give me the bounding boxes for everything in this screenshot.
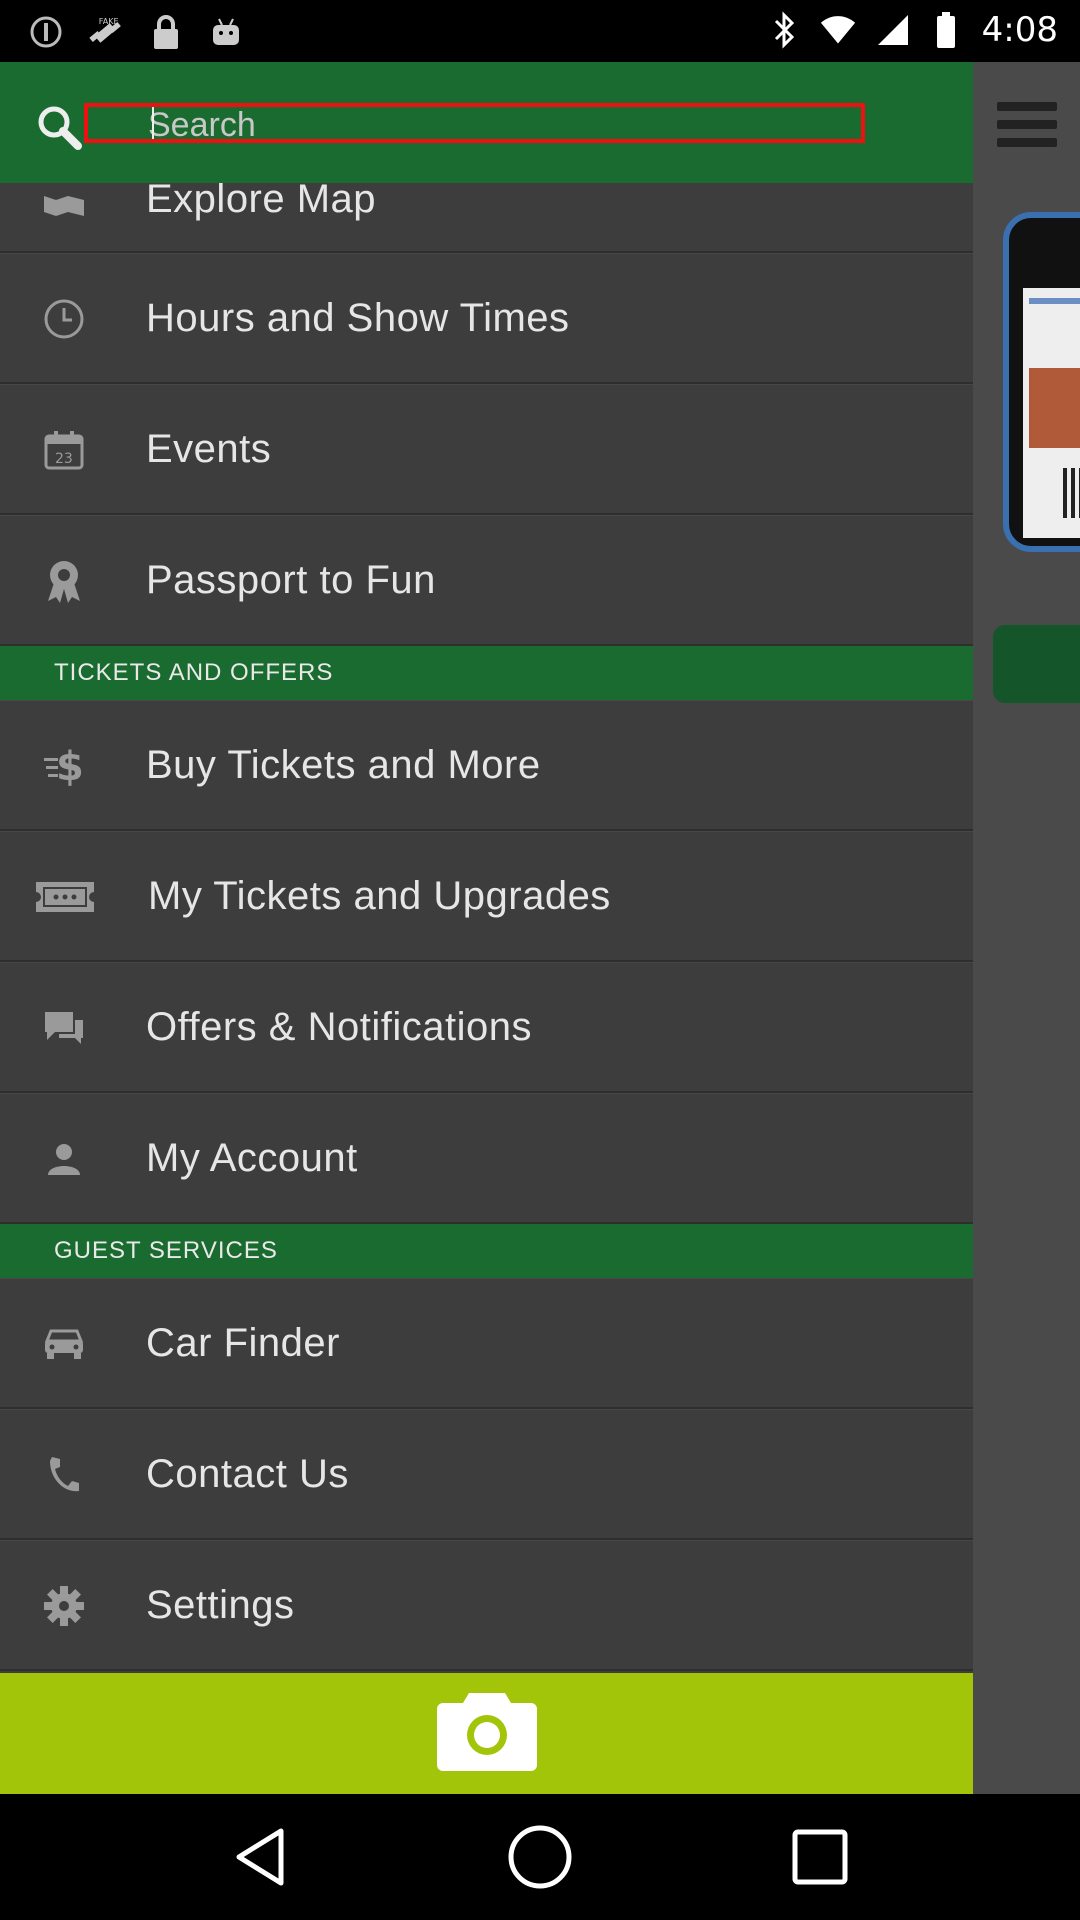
menu-item-offers-and-notifications[interactable]: Offers & Notifications <box>0 962 973 1093</box>
status-bar: FAKE 4:08 <box>0 0 1080 62</box>
svg-text:$: $ <box>56 744 84 788</box>
bluetooth-icon <box>766 11 802 49</box>
home-icon[interactable] <box>505 1822 575 1892</box>
search-field[interactable] <box>84 103 865 147</box>
chat-bubbles-icon <box>40 1008 88 1048</box>
text-cursor <box>152 107 154 139</box>
search-icon[interactable] <box>34 102 84 152</box>
menu-item-label: My Account <box>146 1136 358 1180</box>
car-icon <box>40 1324 88 1364</box>
section-header-tickets-and-offers: TICKETS AND OFFERS <box>0 646 973 700</box>
menu-item-contact-us[interactable]: Contact Us <box>0 1409 973 1540</box>
person-icon <box>40 1139 88 1179</box>
camera-icon <box>435 1689 539 1778</box>
section-header-label: TICKETS AND OFFERS <box>54 659 334 686</box>
android-icon <box>208 14 244 50</box>
menu-item-label: Explore Map <box>146 177 377 221</box>
camera-button[interactable] <box>0 1673 973 1794</box>
menu-item-passport-to-fun[interactable]: Passport to Fun <box>0 515 973 646</box>
award-ribbon-icon <box>40 561 88 603</box>
gear-icon <box>40 1586 88 1626</box>
recent-apps-icon[interactable] <box>785 1822 855 1892</box>
menu-item-label: Car Finder <box>146 1321 340 1365</box>
section-header-label: GUEST SERVICES <box>54 1237 278 1264</box>
background-app-content <box>973 62 1080 1794</box>
menu-item-my-account[interactable]: My Account <box>0 1093 973 1224</box>
status-clock: 4:08 <box>981 10 1058 50</box>
system-navigation-bar <box>0 1794 1080 1920</box>
menu-item-explore-map[interactable]: Explore Map <box>0 177 973 253</box>
menu-item-label: Passport to Fun <box>146 558 436 602</box>
menu-item-label: Hours and Show Times <box>146 296 570 340</box>
dollar-icon: $ <box>40 744 88 788</box>
battery-icon <box>928 12 964 48</box>
menu-item-label: Buy Tickets and More <box>146 743 541 787</box>
menu-item-buy-tickets-and-more[interactable]: $ Buy Tickets and More <box>0 700 973 831</box>
map-icon <box>40 188 88 228</box>
calendar-icon: 23 <box>40 430 88 470</box>
menu-list: Explore Map Hours and Show Times 23 Even… <box>0 177 973 1671</box>
menu-item-events[interactable]: 23 Events <box>0 384 973 515</box>
hamburger-menu-icon[interactable] <box>997 102 1057 152</box>
menu-item-my-tickets-and-upgrades[interactable]: My Tickets and Upgrades <box>0 831 973 962</box>
menu-item-label: Offers & Notifications <box>146 1005 532 1049</box>
signal-icon <box>874 12 910 48</box>
wifi-icon <box>820 12 856 48</box>
phone-icon <box>40 1455 88 1495</box>
phone-illustration <box>1003 212 1080 552</box>
clock-icon <box>40 299 88 339</box>
calendar-day-number: 23 <box>55 451 73 467</box>
menu-item-settings[interactable]: Settings <box>0 1540 973 1671</box>
menu-item-label: Contact Us <box>146 1452 349 1496</box>
ticket-icon <box>36 877 94 917</box>
menu-item-label: Settings <box>146 1583 295 1627</box>
lock-icon <box>148 14 184 50</box>
section-header-guest-services: GUEST SERVICES <box>0 1224 973 1278</box>
menu-item-hours-and-show-times[interactable]: Hours and Show Times <box>0 253 973 384</box>
navigation-drawer: Explore Map Hours and Show Times 23 Even… <box>0 62 973 1794</box>
search-input[interactable] <box>148 103 848 147</box>
background-green-button[interactable] <box>993 625 1080 703</box>
fake-gps-icon: FAKE <box>88 14 124 50</box>
menu-item-car-finder[interactable]: Car Finder <box>0 1278 973 1409</box>
menu-item-label: My Tickets and Upgrades <box>148 874 611 918</box>
alert-circle-icon <box>28 14 64 50</box>
back-icon[interactable] <box>225 1822 295 1892</box>
menu-item-label: Events <box>146 427 272 471</box>
search-header <box>0 62 973 183</box>
